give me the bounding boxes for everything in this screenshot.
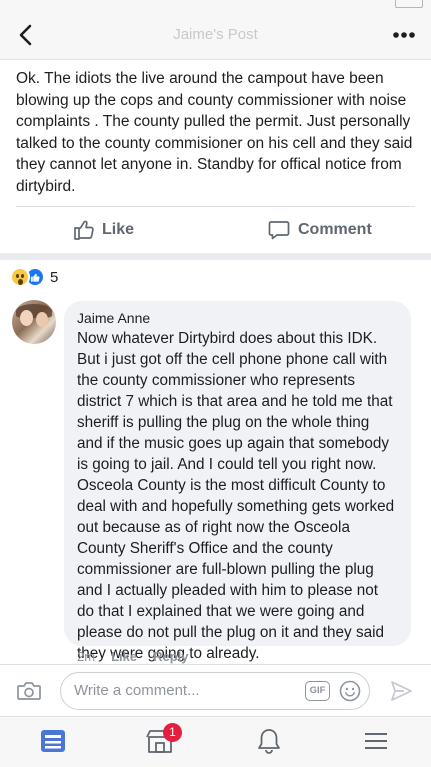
tab-marketplace[interactable]: 1 xyxy=(145,723,182,757)
send-button[interactable] xyxy=(389,679,413,703)
comment-meta: 2m Like Reply xyxy=(77,649,188,664)
more-dots-icon xyxy=(393,32,415,38)
avatar[interactable] xyxy=(12,300,56,344)
divider xyxy=(16,206,415,207)
camera-icon xyxy=(17,682,41,700)
top-nav-bar: Jaime's Post xyxy=(0,10,431,60)
menu-icon xyxy=(365,733,387,749)
tab-news-feed[interactable] xyxy=(38,727,70,757)
news-feed-icon xyxy=(41,730,65,752)
comment-button[interactable]: Comment xyxy=(268,216,372,244)
comment-composer: Write a comment... GIF xyxy=(0,664,431,716)
tab-menu[interactable] xyxy=(361,727,393,757)
comment-bubble-icon xyxy=(268,221,290,240)
reactions-summary[interactable]: 5 xyxy=(10,266,58,288)
emoji-button[interactable] xyxy=(339,680,361,702)
reaction-count: 5 xyxy=(50,268,59,286)
smiley-icon xyxy=(339,680,361,702)
bottom-tab-bar: 1 xyxy=(0,716,431,767)
status-bar xyxy=(0,0,431,10)
gif-button[interactable]: GIF xyxy=(305,681,330,701)
comment-like-link[interactable]: Like xyxy=(111,649,137,664)
notification-badge: 1 xyxy=(163,723,182,742)
like-label: Like xyxy=(102,221,135,238)
page-title: Jaime's Post xyxy=(173,26,258,43)
comment-label: Comment xyxy=(298,221,372,238)
camera-button[interactable] xyxy=(16,679,42,703)
more-options-button[interactable] xyxy=(389,22,419,48)
notifications-icon xyxy=(258,729,280,754)
comment-text: Now whatever Dirtybird does about this I… xyxy=(77,330,395,662)
comment-timestamp: 2m xyxy=(77,649,96,664)
post-text: Ok. The idiots the live around the campo… xyxy=(16,70,413,195)
section-divider xyxy=(0,253,431,260)
thumbs-up-icon xyxy=(74,220,94,240)
post-actions: Like Comment xyxy=(0,210,431,250)
commenter-name[interactable]: Jaime Anne xyxy=(77,310,399,326)
comment-reply-link[interactable]: Reply xyxy=(153,649,188,664)
battery-icon xyxy=(395,0,423,8)
send-arrow-icon xyxy=(391,681,412,701)
tab-notifications[interactable] xyxy=(254,727,286,757)
like-button[interactable]: Like xyxy=(72,216,134,244)
wow-icon xyxy=(10,267,30,287)
comment-bubble: Jaime Anne Now whatever Dirtybird does a… xyxy=(64,301,411,662)
